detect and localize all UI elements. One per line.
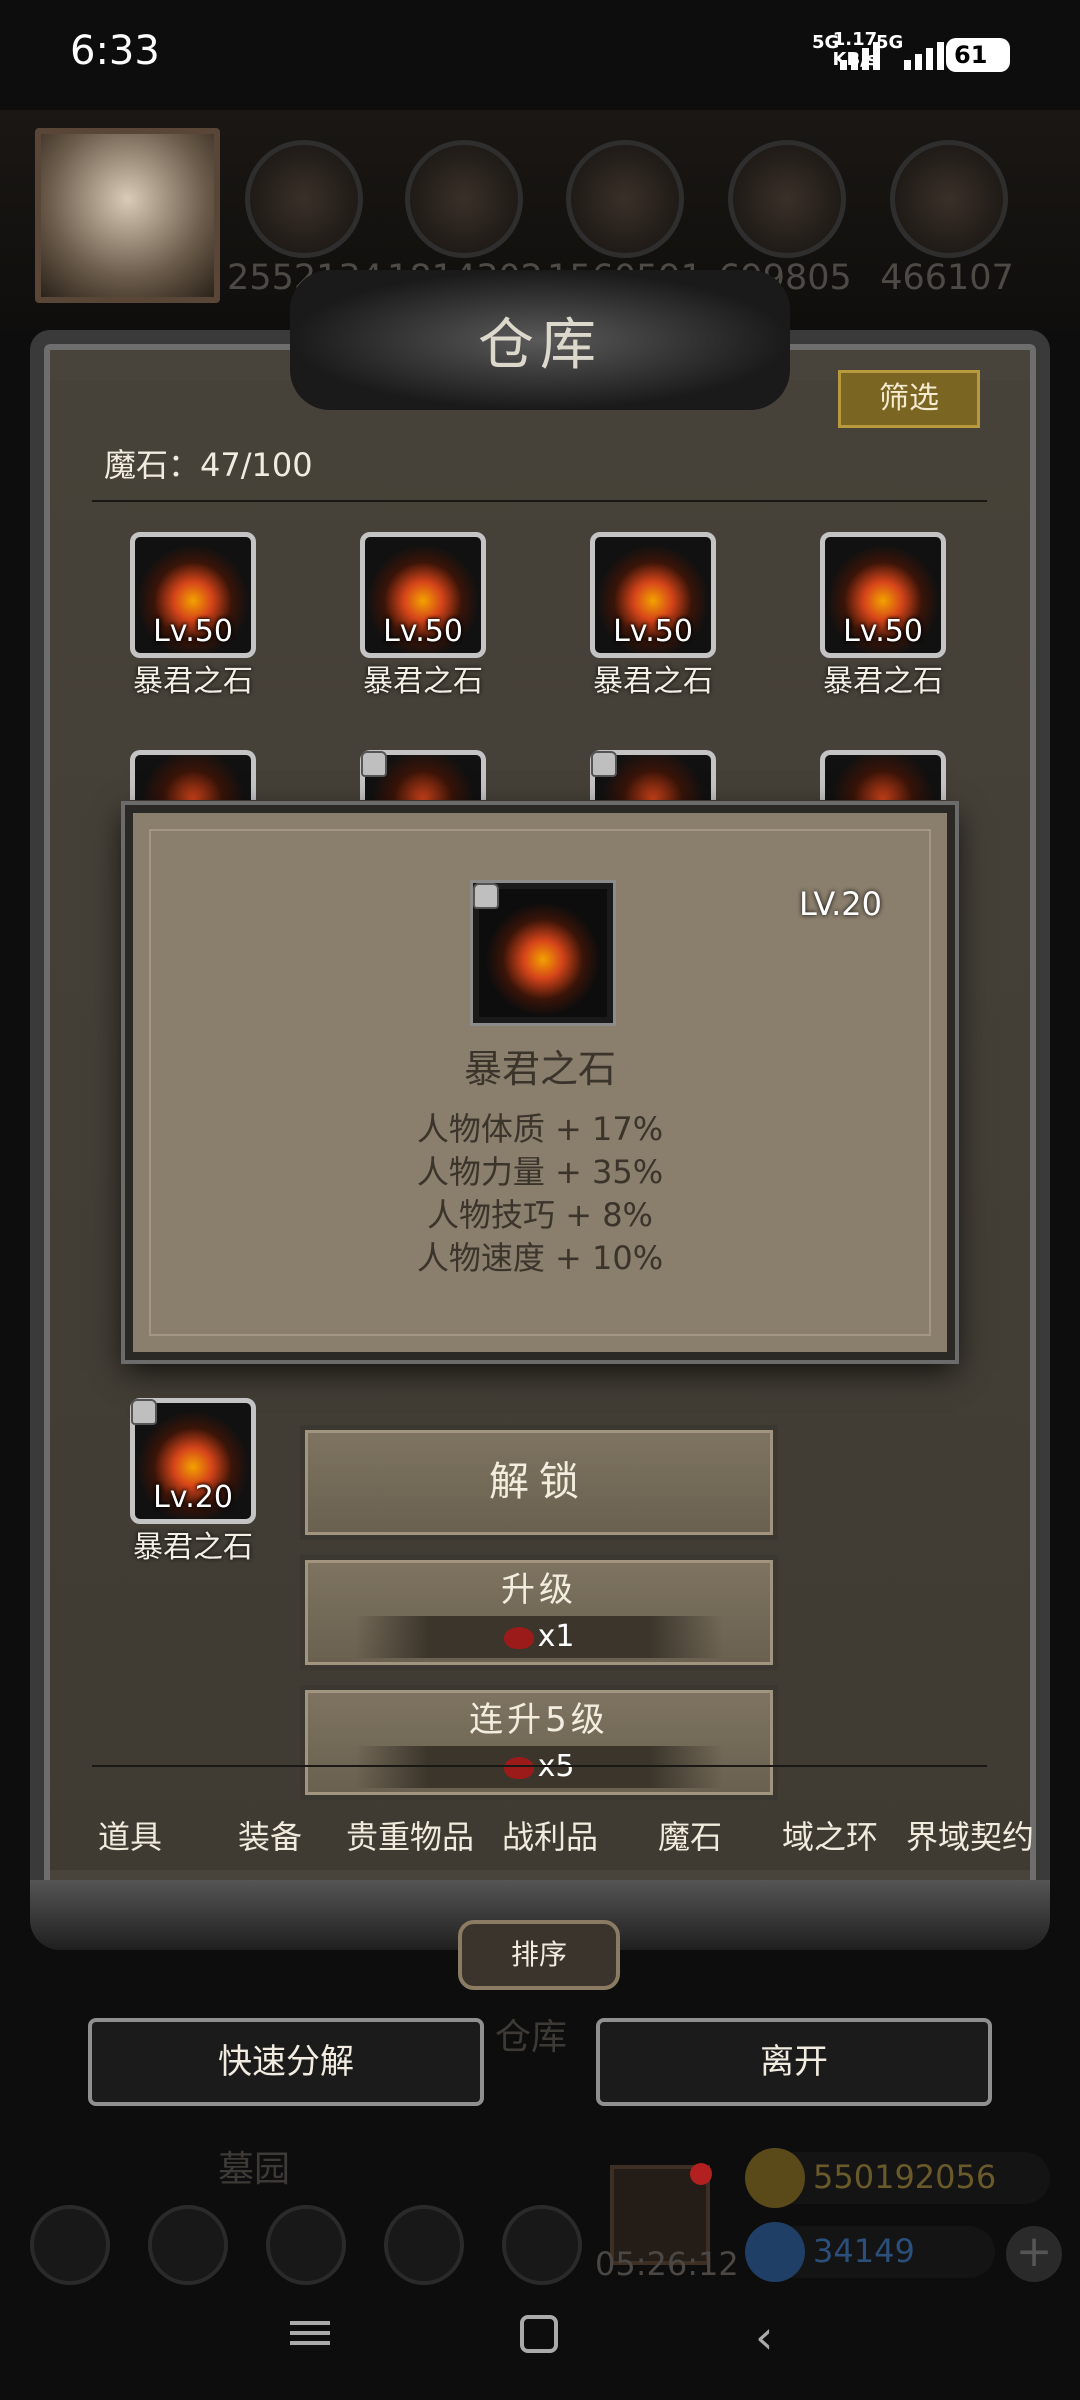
signal-bars-icon — [904, 40, 944, 70]
signal-bars-icon — [840, 40, 880, 70]
fire-stone-icon: Lv.50 — [360, 532, 486, 658]
inventory-item-partial[interactable] — [820, 750, 946, 800]
stat-line: 人物体质 + 17% — [416, 1110, 664, 1148]
fire-stone-icon: Lv.50 — [130, 532, 256, 658]
magic-stone-count: 魔石：47/100 — [104, 446, 313, 484]
lock-icon — [473, 883, 499, 909]
inventory-item-partial[interactable] — [130, 750, 256, 800]
bg-cemetery-label: 墓园 — [218, 2149, 291, 2190]
resource-wood-icon — [245, 140, 363, 258]
inventory-item[interactable]: Lv.50 暴君之石 — [818, 532, 948, 699]
inventory-item-partial[interactable] — [360, 750, 486, 800]
item-detail-popup: LV.20 暴君之石 人物体质 + 17% 人物力量 + 35% 人物技巧 + … — [125, 805, 955, 1360]
home-icon[interactable] — [520, 2315, 558, 2353]
tab-valuables[interactable]: 贵重物品 — [340, 1812, 480, 1858]
upgrade-five-label: 连升5级 — [469, 1700, 609, 1740]
upgrade-five-cost: x5 — [355, 1746, 723, 1788]
fire-stone-icon: Lv.50 — [590, 532, 716, 658]
filter-button[interactable]: 筛选 — [838, 370, 980, 428]
item-name: 暴君之石 — [823, 664, 943, 699]
gift-timer: 05:26:12 — [595, 2245, 739, 2283]
resource-crystal-icon — [728, 140, 846, 258]
category-tabs: 道具 装备 贵重物品 战利品 魔石 域之环 界域契约 — [60, 1785, 1040, 1885]
item-level: Lv.50 — [843, 614, 923, 649]
inventory-item[interactable]: Lv.50 暴君之石 — [358, 532, 488, 699]
tab-equipment[interactable]: 装备 — [200, 1812, 340, 1858]
gem-value: 34149 — [813, 2232, 915, 2270]
gold-value: 550192056 — [813, 2158, 997, 2196]
stat-line: 人物技巧 + 8% — [427, 1196, 653, 1234]
item-level: Lv.50 — [383, 614, 463, 649]
tab-items[interactable]: 道具 — [60, 1812, 200, 1858]
stat-line: 人物力量 + 35% — [416, 1153, 664, 1191]
mail-icon[interactable] — [384, 2205, 464, 2285]
selected-item[interactable]: Lv.20 暴君之石 — [128, 1398, 258, 1565]
clock: 6:33 — [70, 28, 160, 74]
item-name: 暴君之石 — [133, 664, 253, 699]
notification-dot — [690, 2163, 712, 2185]
signal-label-2: 5G — [876, 32, 904, 53]
sort-button[interactable]: 排序 — [458, 1920, 620, 1990]
back-icon[interactable]: ‹ — [755, 2310, 773, 2364]
tab-loot[interactable]: 战利品 — [480, 1812, 620, 1858]
lock-icon — [591, 751, 617, 777]
avatar[interactable] — [35, 128, 220, 303]
inventory-item[interactable]: Lv.50 暴君之石 — [588, 532, 718, 699]
crafting-icon[interactable] — [502, 2205, 582, 2285]
page-title: 仓库 — [478, 313, 602, 378]
settings-icon[interactable] — [30, 2205, 110, 2285]
item-name: 暴君之石 — [133, 1530, 253, 1565]
tab-domain-rings[interactable]: 域之环 — [760, 1812, 900, 1858]
fire-stone-icon: Lv.20 — [130, 1398, 256, 1524]
status-bar: 6:33 1.17KB/s 5G 5G 61 — [0, 0, 1080, 110]
fire-stone-icon — [473, 883, 613, 1023]
achievement-icon[interactable] — [148, 2205, 228, 2285]
upgrade-button[interactable]: 升级 x1 — [300, 1555, 778, 1670]
popup-item-name: 暴君之石 — [463, 1047, 616, 1091]
inventory-item[interactable]: Lv.50 暴君之石 — [128, 532, 258, 699]
bottom-hud-icons — [30, 2205, 582, 2285]
gem-display: 34149 — [745, 2222, 995, 2282]
menu-icon[interactable] — [290, 2315, 330, 2351]
popup-stats: 人物体质 + 17% 人物力量 + 35% 人物技巧 + 8% 人物速度 + 1… — [133, 1108, 947, 1280]
signal-label-1: 5G — [812, 32, 840, 53]
resource-stone-icon — [566, 140, 684, 258]
quick-decompose-button[interactable]: 快速分解 — [88, 2018, 484, 2106]
lock-icon — [131, 1399, 157, 1425]
item-level: Lv.50 — [613, 614, 693, 649]
divider — [92, 1765, 987, 1767]
battery-icon: 61 — [946, 38, 1010, 72]
upgrade-label: 升级 — [501, 1570, 577, 1610]
upgrade-cost: x1 — [355, 1616, 723, 1658]
item-name: 暴君之石 — [593, 664, 713, 699]
bg-warehouse-label: 仓库 — [495, 2017, 568, 2058]
tab-realm-contracts[interactable]: 界域契约 — [900, 1812, 1040, 1858]
item-level: Lv.50 — [153, 614, 233, 649]
inventory-item-partial[interactable] — [590, 750, 716, 800]
resource-value: 466107 — [880, 258, 1014, 298]
gem-icon — [503, 1756, 534, 1779]
item-level: Lv.20 — [153, 1480, 233, 1515]
guild-icon[interactable] — [266, 2205, 346, 2285]
popup-level: LV.20 — [799, 885, 882, 923]
gem-icon — [503, 1626, 534, 1649]
leave-button[interactable]: 离开 — [596, 2018, 992, 2106]
resource-plank-icon — [405, 140, 523, 258]
stat-line: 人物速度 + 10% — [416, 1239, 664, 1277]
gold-coin-icon — [745, 2148, 805, 2208]
add-currency-button[interactable]: + — [1006, 2226, 1062, 2282]
gold-display: 550192056 — [745, 2148, 1050, 2208]
fire-stone-icon: Lv.50 — [820, 532, 946, 658]
unlock-button[interactable]: 解锁 — [300, 1425, 778, 1540]
lock-icon — [361, 751, 387, 777]
tab-magic-stones[interactable]: 魔石 — [620, 1812, 760, 1858]
upgrade-five-button[interactable]: 连升5级 x5 — [300, 1685, 778, 1800]
item-name: 暴君之石 — [363, 664, 483, 699]
resource-iron-icon — [890, 140, 1008, 258]
gem-currency-icon — [745, 2222, 805, 2282]
divider — [92, 500, 987, 502]
